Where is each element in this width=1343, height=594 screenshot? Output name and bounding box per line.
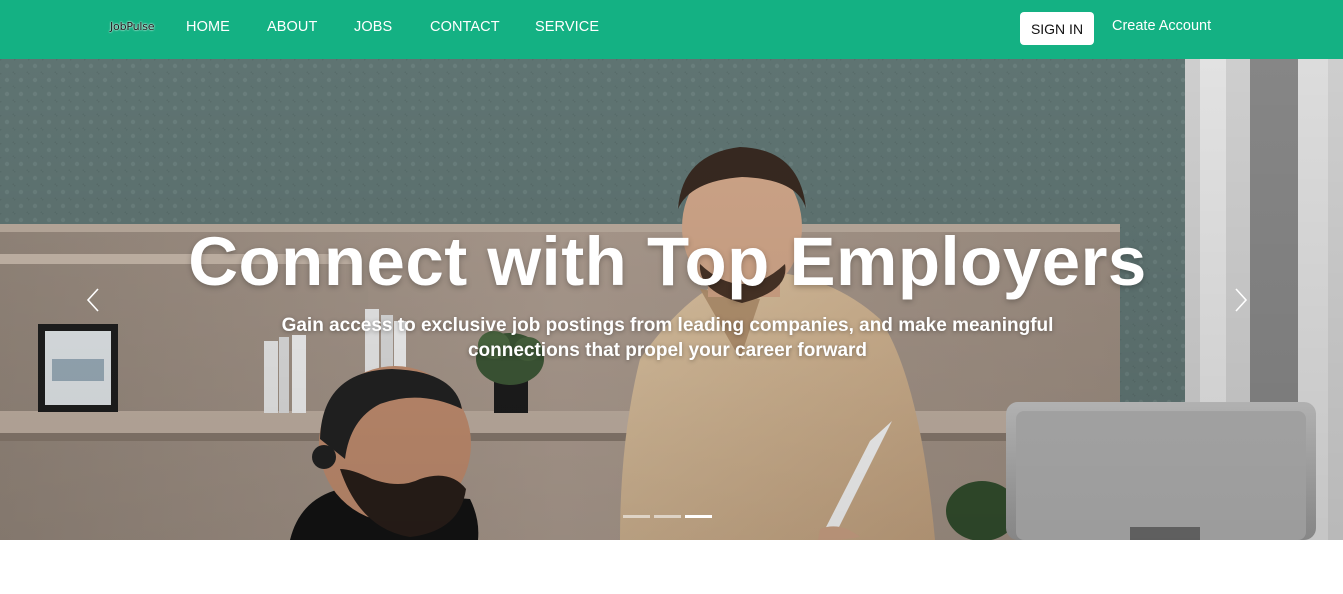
navbar: JobPulse HOME ABOUT JOBS CONTACT SERVICE… — [0, 0, 1343, 59]
hero-title: Connect with Top Employers — [188, 223, 1147, 300]
hero-subtitle: Gain access to exclusive job postings fr… — [281, 315, 1054, 361]
nav-jobs-link[interactable]: JOBS — [354, 19, 392, 35]
carousel-indicator-1[interactable] — [623, 515, 650, 518]
sign-in-button[interactable]: SIGN IN — [1020, 12, 1094, 45]
carousel-indicators — [623, 515, 712, 518]
chevron-left-icon — [86, 288, 99, 312]
carousel-next-button[interactable] — [1226, 284, 1256, 316]
create-account-link[interactable]: Create Account — [1112, 18, 1211, 34]
nav-about-link[interactable]: ABOUT — [267, 19, 317, 35]
logo[interactable]: JobPulse — [110, 20, 155, 33]
nav-contact-link[interactable]: CONTACT — [430, 19, 500, 35]
carousel-prev-button[interactable] — [78, 284, 108, 316]
nav-service-link[interactable]: SERVICE — [535, 19, 599, 35]
nav-home-link[interactable]: HOME — [186, 19, 230, 35]
carousel-indicator-2[interactable] — [654, 515, 681, 518]
chevron-right-icon — [1235, 288, 1248, 312]
hero-carousel: Connect with Top Employers Gain access t… — [0, 59, 1343, 540]
carousel-indicator-3[interactable] — [685, 515, 712, 518]
